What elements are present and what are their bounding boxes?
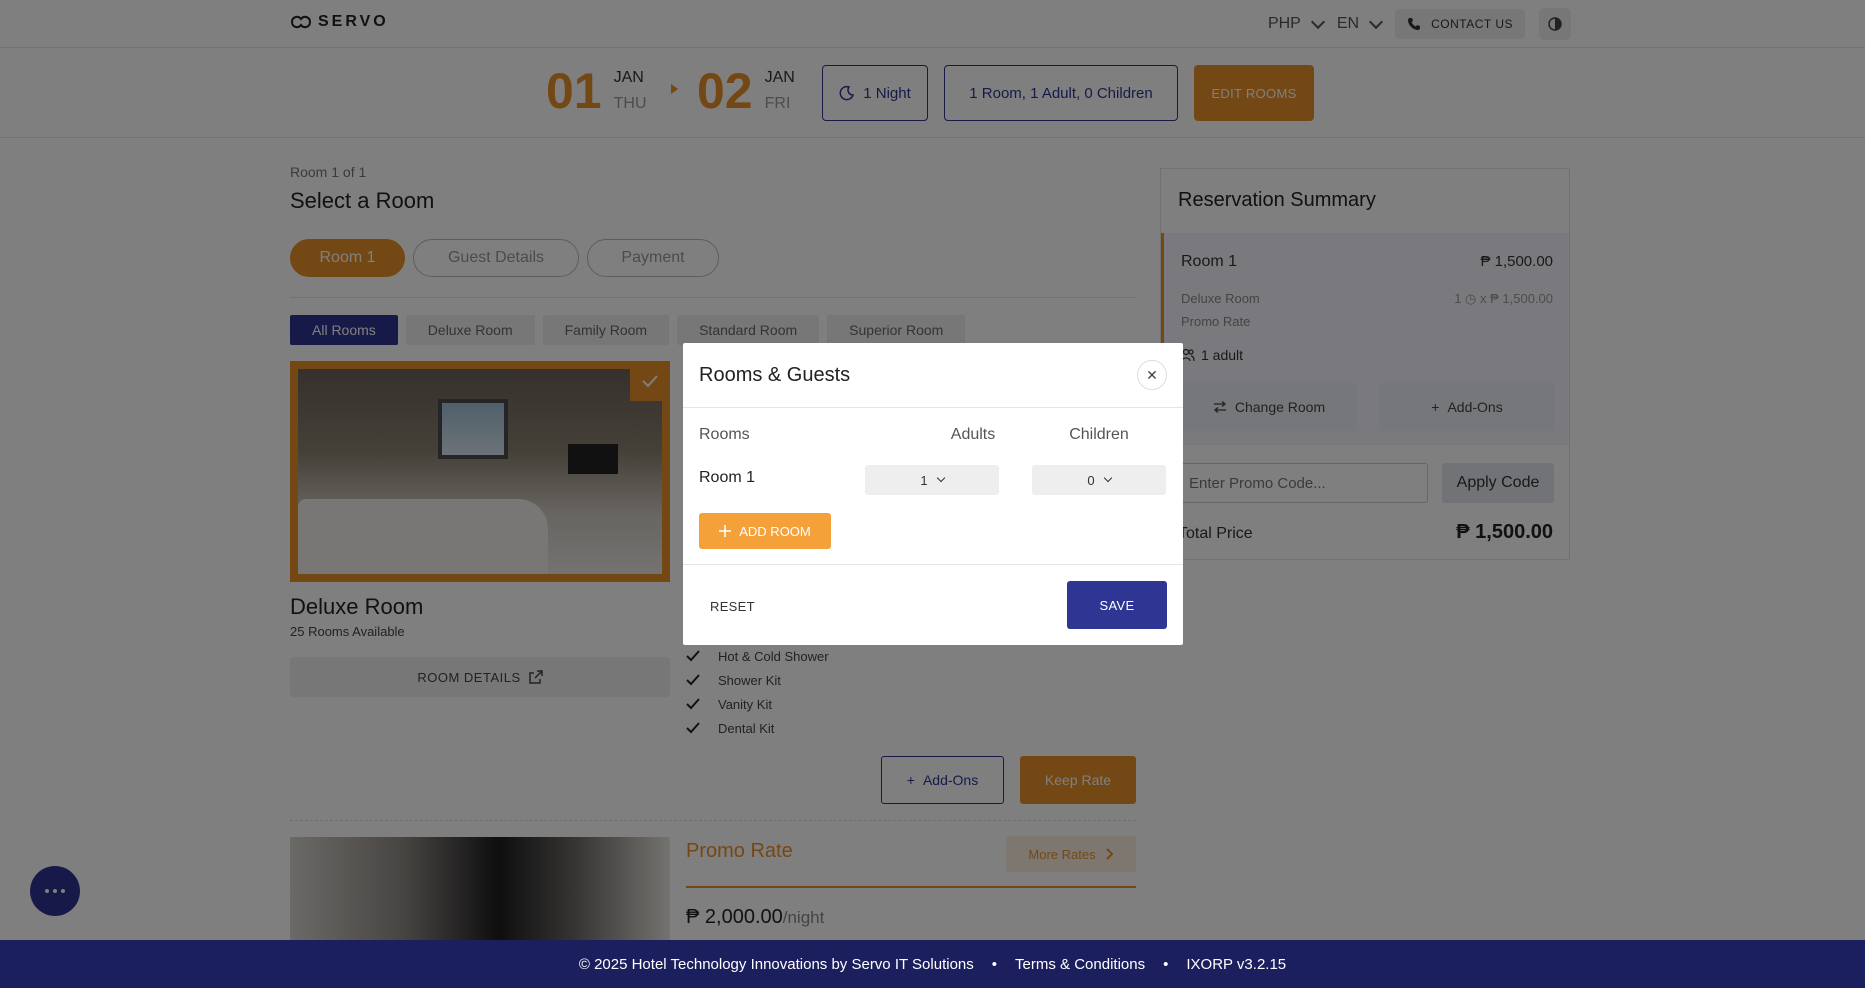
col-children-header: Children [1069,426,1129,443]
close-button[interactable]: ✕ [1137,360,1167,390]
col-rooms-header: Rooms [699,426,750,443]
reset-button[interactable]: RESET [710,599,755,614]
close-icon: ✕ [1146,366,1158,383]
plus-icon [719,525,732,537]
divider [683,407,1183,408]
terms-link[interactable]: Terms & Conditions [1015,956,1145,973]
col-adults-header: Adults [950,426,996,443]
children-value: 0 [1087,472,1095,488]
children-select[interactable]: 0 [1032,465,1166,495]
rooms-guests-modal: Rooms & Guests ✕ Rooms Adults Children R… [683,343,1183,645]
modal-title: Rooms & Guests [699,364,851,386]
add-room-label: ADD ROOM [739,523,811,539]
chevron-down-icon [1103,473,1112,483]
room-row-label: Room 1 [699,469,756,486]
adults-value: 1 [920,472,928,488]
footer: © 2025 Hotel Technology Innovations by S… [0,940,1865,988]
footer-separator: • [1163,955,1169,973]
chevron-down-icon [936,473,945,483]
footer-version: IXORP v3.2.15 [1186,955,1287,973]
save-button[interactable]: SAVE [1067,581,1167,629]
divider [683,564,1183,565]
adults-select[interactable]: 1 [865,465,999,495]
add-room-button[interactable]: ADD ROOM [699,513,831,549]
footer-copyright: © 2025 Hotel Technology Innovations by S… [578,955,974,973]
footer-separator: • [991,955,998,973]
